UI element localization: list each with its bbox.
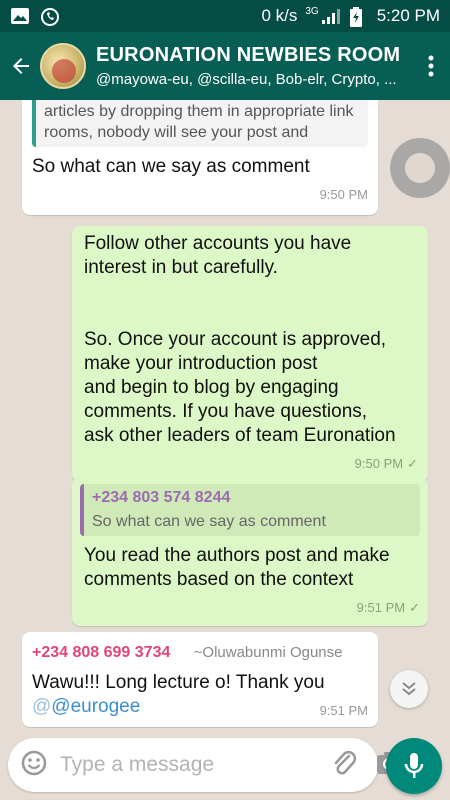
message-line [84,280,418,304]
message-outgoing[interactable]: Follow other accounts you have interest … [72,226,428,482]
message-line: Follow other accounts you have [84,233,352,254]
group-info[interactable]: EURONATION NEWBIES ROOM @mayowa-eu, @sci… [96,44,416,88]
quoted-sender: +234 803 574 8244 [92,489,231,506]
message-meta: 9:51 PM ✓ [80,596,420,620]
sender-name[interactable]: +234 808 699 3734 [32,644,170,661]
sent-check-icon: ✓ [407,456,418,471]
message-line: and begin to blog by engaging [84,377,339,398]
message-line: interest in but carefully. [84,257,278,278]
voice-record-button[interactable] [386,738,442,794]
battery-icon [349,7,369,27]
scroll-to-bottom-button[interactable] [390,670,428,708]
network-type: 3G [305,5,319,17]
signal-icon [321,7,341,25]
quoted-text: Without followers and promoting your art… [44,103,354,141]
message-text: You read the authors post and make comme… [80,544,420,592]
attach-icon[interactable] [331,748,357,783]
status-bar: 0 k/s 3G 5:20 PM [0,0,450,32]
mention-line: @@eurogee 9:51 PM [32,695,368,719]
group-members: @mayowa-eu, @scilla-eu, Bob-elr, Crypto,… [96,71,397,88]
message-line: So. Once your account is approved, [84,329,387,350]
chat-header: EURONATION NEWBIES ROOM @mayowa-eu, @sci… [0,32,450,100]
message-time: 9:50 PM [319,187,368,202]
chat-area[interactable]: Without followers and promoting your art… [0,100,450,728]
sender-alias: ~Oluwabunmi Ogunse [193,644,343,661]
clock: 5:20 PM [376,6,440,25]
message-text: Wawu!!! Long lecture o! Thank you [32,672,325,693]
mic-icon [404,753,424,778]
message-incoming[interactable]: Without followers and promoting your art… [22,100,378,215]
more-vert-icon[interactable] [416,32,446,100]
mention-link[interactable]: @eurogee [51,696,140,717]
message-line: ask other leaders of team Euronation [84,425,396,446]
message-meta: 9:50 PM ✓ [84,452,418,476]
image-icon [10,7,30,25]
message-line: make your introduction post [84,353,318,374]
message-text: Follow other accounts you have interest … [84,232,418,448]
message-incoming[interactable]: +234 808 699 3734 ~Oluwabunmi Ogunse Waw… [22,632,378,727]
sender-line: +234 808 699 3734 ~Oluwabunmi Ogunse [32,640,368,665]
back-arrow-icon[interactable] [4,32,38,100]
fast-scroll-handle[interactable] [390,138,450,198]
composer-bar [0,728,450,800]
message-time: 9:51 PM [356,600,406,615]
quoted-text: So what can we say as comment [92,513,326,530]
quoted-message[interactable]: Without followers and promoting your art… [32,100,368,147]
network-speed: 0 k/s [261,6,298,25]
message-time: 9:51 PM [319,703,368,718]
emoji-icon[interactable] [20,749,48,782]
message-time: 9:50 PM [354,456,404,471]
message-outgoing[interactable]: +234 803 574 8244 So what can we say as … [72,478,428,626]
quoted-message[interactable]: +234 803 574 8244 So what can we say as … [80,484,420,536]
message-text: So what can we say as comment [32,156,310,177]
chevron-down-icon [402,682,416,696]
message-line [84,304,418,328]
message-line: You read the authors post and make [84,545,390,566]
group-avatar[interactable] [40,43,86,89]
message-input[interactable] [60,753,331,777]
whatsapp-icon [40,7,60,26]
mention-prefix: @ [32,696,52,717]
message-line: comments. If you have questions, [84,401,368,422]
group-title: EURONATION NEWBIES ROOM [96,44,401,66]
message-line: comments based on the context [84,569,354,590]
sent-check-icon: ✓ [409,600,420,615]
message-composer [8,738,401,792]
